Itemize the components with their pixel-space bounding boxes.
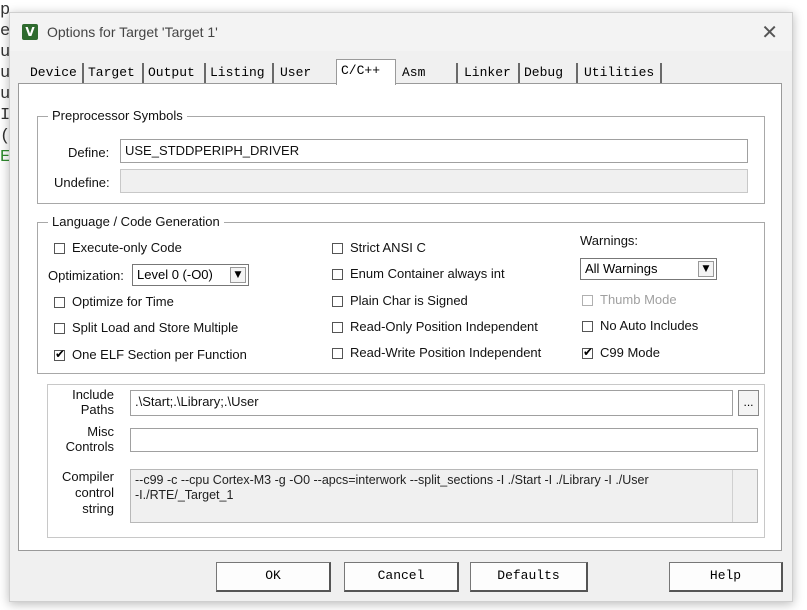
checkbox-label: Plain Char is Signed	[350, 293, 468, 308]
preprocessor-group: Preprocessor Symbols Define: USE_STDDPER…	[37, 108, 765, 204]
checkbox-label: Execute-only Code	[72, 240, 182, 255]
label-line: string	[82, 501, 114, 516]
define-input[interactable]: USE_STDDPERIPH_DRIVER	[120, 139, 748, 163]
keil-app-icon: V	[22, 24, 38, 40]
checkbox-label: One ELF Section per Function	[72, 347, 247, 362]
warnings-value: All Warnings	[585, 261, 658, 276]
rw-position-independent-checkbox[interactable]: Read-Write Position Independent	[332, 345, 541, 363]
help-button[interactable]: Help	[669, 562, 783, 592]
ok-button[interactable]: OK	[216, 562, 331, 592]
options-dialog: V Options for Target 'Target 1' ✕ Device…	[9, 12, 793, 602]
misc-controls-label: Misc Controls	[52, 424, 114, 454]
checkbox-label: C99 Mode	[600, 345, 660, 360]
tab-asm[interactable]: Asm	[398, 63, 458, 83]
label-line: Include	[72, 387, 114, 402]
label-line: control	[74, 485, 114, 500]
undefine-label: Undefine:	[54, 175, 110, 190]
tab-user[interactable]: User	[276, 63, 334, 83]
defaults-button[interactable]: Defaults	[470, 562, 588, 592]
compiler-string-line: --c99 -c --cpu Cortex-M3 -g -O0 --apcs=i…	[135, 473, 649, 487]
chevron-down-icon[interactable]: ▼	[698, 261, 714, 277]
checkbox-box	[332, 243, 343, 254]
checkbox-label: Read-Write Position Independent	[350, 345, 542, 360]
split-load-checkbox[interactable]: Split Load and Store Multiple	[54, 320, 238, 338]
checkbox-box	[582, 295, 593, 306]
tab-target[interactable]: Target	[84, 63, 144, 83]
tab-listing[interactable]: Listing	[206, 63, 274, 83]
label-line: Compiler	[61, 469, 114, 484]
thumb-mode-checkbox[interactable]: Thumb Mode	[582, 292, 677, 310]
checkbox-label: Read-Only Position Independent	[350, 319, 538, 334]
checkbox-box	[54, 323, 65, 334]
c99-mode-checkbox[interactable]: C99 Mode	[582, 345, 660, 363]
plain-char-checkbox[interactable]: Plain Char is Signed	[332, 293, 468, 311]
checkbox-box	[332, 296, 343, 307]
preprocessor-legend: Preprocessor Symbols	[48, 108, 187, 123]
execute-only-checkbox[interactable]: Execute-only Code	[54, 240, 182, 258]
checkbox-box	[54, 243, 65, 254]
label-line: Controls	[65, 439, 114, 454]
checkbox-box	[332, 322, 343, 333]
undefine-input[interactable]	[120, 169, 748, 193]
checkbox-label: Enum Container always int	[350, 266, 505, 281]
compiler-string-line: -I./RTE/_Target_1	[135, 488, 234, 502]
browse-include-button[interactable]: ...	[738, 390, 759, 416]
checkbox-label: No Auto Includes	[600, 318, 699, 333]
paths-group: Include Paths .\Start;.\Library;.\User .…	[47, 384, 765, 538]
enum-container-checkbox[interactable]: Enum Container always int	[332, 266, 505, 284]
tab-device[interactable]: Device	[26, 63, 84, 83]
checkbox-label: Thumb Mode	[600, 292, 677, 307]
checkbox-box	[582, 321, 593, 332]
define-label: Define:	[68, 145, 110, 160]
language-legend: Language / Code Generation	[48, 214, 224, 229]
cancel-button[interactable]: Cancel	[344, 562, 459, 592]
strict-ansi-checkbox[interactable]: Strict ANSI C	[332, 240, 426, 258]
label-line: Paths	[80, 402, 114, 417]
checkbox-label: Optimize for Time	[72, 294, 174, 309]
compiler-control-label: Compiler control string	[52, 469, 114, 517]
dialog-title: Options for Target 'Target 1'	[47, 24, 218, 40]
title-bar[interactable]: V Options for Target 'Target 1' ✕	[10, 13, 792, 51]
close-icon[interactable]: ✕	[761, 20, 778, 44]
tab-c-cpp[interactable]: C/C++	[336, 59, 396, 85]
scrollbar[interactable]	[732, 470, 757, 522]
checkbox-box	[582, 345, 593, 359]
checkbox-box	[332, 269, 343, 280]
no-auto-includes-checkbox[interactable]: No Auto Includes	[582, 318, 698, 336]
tab-utilities[interactable]: Utilities	[580, 63, 662, 83]
include-paths-label: Include Paths	[52, 387, 114, 417]
checkbox-label: Split Load and Store Multiple	[72, 320, 239, 335]
tab-linker[interactable]: Linker	[460, 63, 520, 83]
language-group: Language / Code Generation Execute-only …	[37, 214, 765, 374]
checkbox-box	[54, 347, 65, 361]
chevron-down-icon[interactable]: ▼	[230, 267, 246, 283]
checkbox-label: Strict ANSI C	[350, 240, 426, 255]
ro-position-independent-checkbox[interactable]: Read-Only Position Independent	[332, 319, 538, 337]
tab-debug[interactable]: Debug	[520, 63, 578, 83]
tab-output[interactable]: Output	[144, 63, 206, 83]
compiler-control-string[interactable]: --c99 -c --cpu Cortex-M3 -g -O0 --apcs=i…	[130, 469, 758, 523]
one-elf-checkbox[interactable]: One ELF Section per Function	[54, 347, 247, 365]
optimization-value: Level 0 (-O0)	[137, 267, 213, 282]
optimization-select[interactable]: Level 0 (-O0) ▼	[132, 264, 249, 286]
warnings-label: Warnings:	[580, 233, 639, 248]
optimize-time-checkbox[interactable]: Optimize for Time	[54, 294, 174, 312]
warnings-select[interactable]: All Warnings ▼	[580, 258, 717, 280]
checkbox-box	[332, 348, 343, 359]
optimization-label: Optimization:	[48, 268, 124, 283]
include-paths-input[interactable]: .\Start;.\Library;.\User	[130, 390, 733, 416]
label-line: Misc	[87, 424, 114, 439]
checkbox-box	[54, 297, 65, 308]
misc-controls-input[interactable]	[130, 428, 758, 452]
c-cpp-panel: Preprocessor Symbols Define: USE_STDDPER…	[18, 83, 782, 551]
